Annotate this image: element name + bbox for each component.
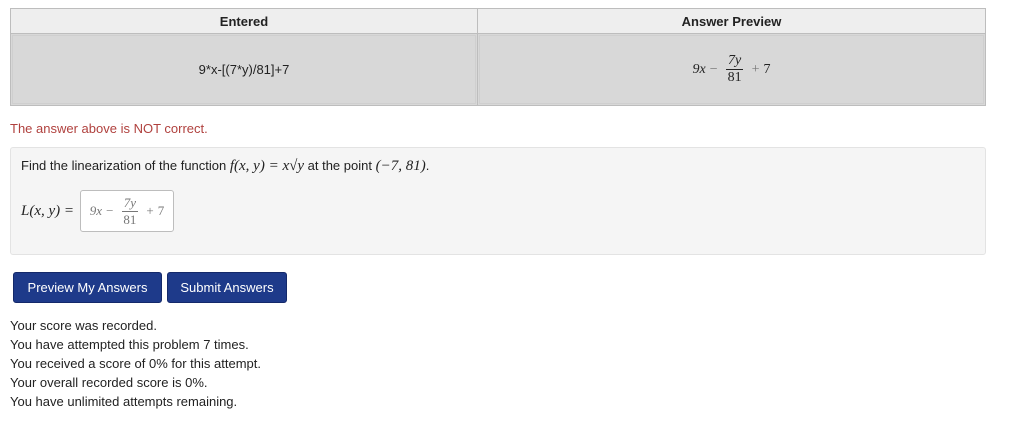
submit-answers-button[interactable]: Submit Answers [167, 272, 287, 303]
answer-fraction: 7y 81 [121, 194, 139, 228]
answer-term-1: 9x [89, 203, 103, 218]
preview-term-1: 9x [692, 61, 706, 77]
status-line: Your score was recorded. [10, 318, 157, 333]
feedback-message: The answer above is NOT correct. [10, 121, 208, 136]
problem-statement: Find the linearization of the function f… [21, 158, 429, 175]
preview-fraction-numerator: 7y [726, 53, 744, 70]
answer-op-1: − [106, 203, 114, 218]
preview-op-2: + [751, 61, 760, 77]
results-table: Entered Answer Preview 9*x-[(7*y)/81]+7 … [10, 8, 986, 106]
header-answer-preview: Answer Preview [477, 8, 986, 34]
answer-preview-cell: 9x − 7y 81 + 7 [477, 33, 986, 106]
score-status: Your score was recorded. You have attemp… [10, 316, 261, 411]
answer-fraction-numerator: 7y [121, 194, 139, 212]
problem-text-after: . [425, 158, 430, 173]
problem-panel: Find the linearization of the function f… [10, 147, 986, 255]
status-line: Your overall recorded score is 0%. [10, 375, 208, 390]
status-line: You have unlimited attempts remaining. [10, 394, 238, 409]
preview-op-1: − [709, 61, 718, 77]
answer-term-2: 7 [157, 203, 165, 218]
status-line: You have attempted this problem 7 times. [10, 337, 249, 352]
answer-input[interactable]: 9x − 7y 81 + 7 [80, 190, 175, 232]
entered-cell: 9*x-[(7*y)/81]+7 [10, 33, 478, 106]
results-row: 9*x-[(7*y)/81]+7 9x − 7y 81 + 7 [10, 33, 986, 106]
function-expression: f(x, y) = x√y [229, 158, 305, 174]
results-header-row: Entered Answer Preview [10, 8, 986, 34]
preview-term-2: 7 [763, 61, 771, 77]
status-line: You received a score of 0% for this atte… [10, 356, 261, 371]
answer-fraction-denominator: 81 [123, 211, 137, 227]
point-expression: (−7, 81) [375, 158, 426, 174]
answer-op-2: + [146, 203, 154, 218]
answer-preview-expression: 9x − 7y 81 + 7 [692, 53, 770, 86]
entered-value: 9*x-[(7*y)/81]+7 [12, 35, 476, 104]
answer-input-expression: 9x − 7y 81 + 7 [90, 195, 164, 228]
answer-label: L(x, y) = [21, 202, 75, 219]
preview-fraction: 7y 81 [726, 53, 744, 86]
preview-answers-button[interactable]: Preview My Answers [13, 272, 162, 303]
preview-fraction-denominator: 81 [727, 70, 742, 85]
answer-row: L(x, y) = 9x − 7y 81 + 7 [21, 190, 175, 232]
problem-text-before: Find the linearization of the function [21, 158, 230, 173]
header-entered: Entered [10, 8, 478, 34]
problem-text-middle: at the point [304, 158, 376, 173]
